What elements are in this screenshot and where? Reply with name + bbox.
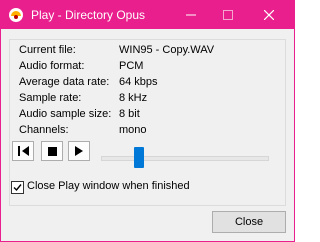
play-button[interactable] <box>68 141 90 161</box>
close-icon <box>264 10 274 20</box>
maximize-button[interactable] <box>211 1 245 29</box>
info-value: 64 kbps <box>119 76 158 88</box>
minimize-icon <box>186 14 196 16</box>
info-value: mono <box>119 124 147 136</box>
skip-back-icon <box>17 146 29 156</box>
maximize-icon <box>223 10 233 20</box>
dialog-body: Current file: WIN95 - Copy.WAV Audio for… <box>1 30 294 241</box>
info-label: Average data rate: <box>19 76 110 88</box>
minimize-button[interactable] <box>174 1 208 29</box>
info-label: Current file: <box>19 44 76 56</box>
info-value: 8 kHz <box>119 92 148 104</box>
info-label: Channels: <box>19 124 69 136</box>
window-title: Play - Directory Opus <box>31 8 146 22</box>
info-label: Sample rate: <box>19 92 82 104</box>
position-slider-track[interactable] <box>101 156 269 161</box>
close-when-finished-checkbox[interactable] <box>11 181 24 194</box>
close-button[interactable]: Close <box>212 211 286 233</box>
stop-icon <box>47 146 57 156</box>
close-window-button[interactable] <box>252 1 286 29</box>
play-dialog: Play - Directory Opus Current file: WIN9… <box>0 0 295 242</box>
close-when-finished-label[interactable]: Close Play window when finished <box>27 180 190 192</box>
info-label: Audio format: <box>19 60 85 72</box>
title-bar[interactable]: Play - Directory Opus <box>1 1 294 29</box>
info-value: 8 bit <box>119 108 140 120</box>
skip-back-button[interactable] <box>12 141 34 161</box>
checkmark-icon <box>13 184 22 192</box>
stop-button[interactable] <box>41 141 63 161</box>
play-icon <box>75 146 83 156</box>
position-slider-thumb[interactable] <box>133 147 144 168</box>
info-value: WIN95 - Copy.WAV <box>119 44 215 56</box>
info-value: PCM <box>119 60 144 72</box>
directory-opus-icon <box>8 7 24 23</box>
info-label: Audio sample size: <box>19 108 112 120</box>
